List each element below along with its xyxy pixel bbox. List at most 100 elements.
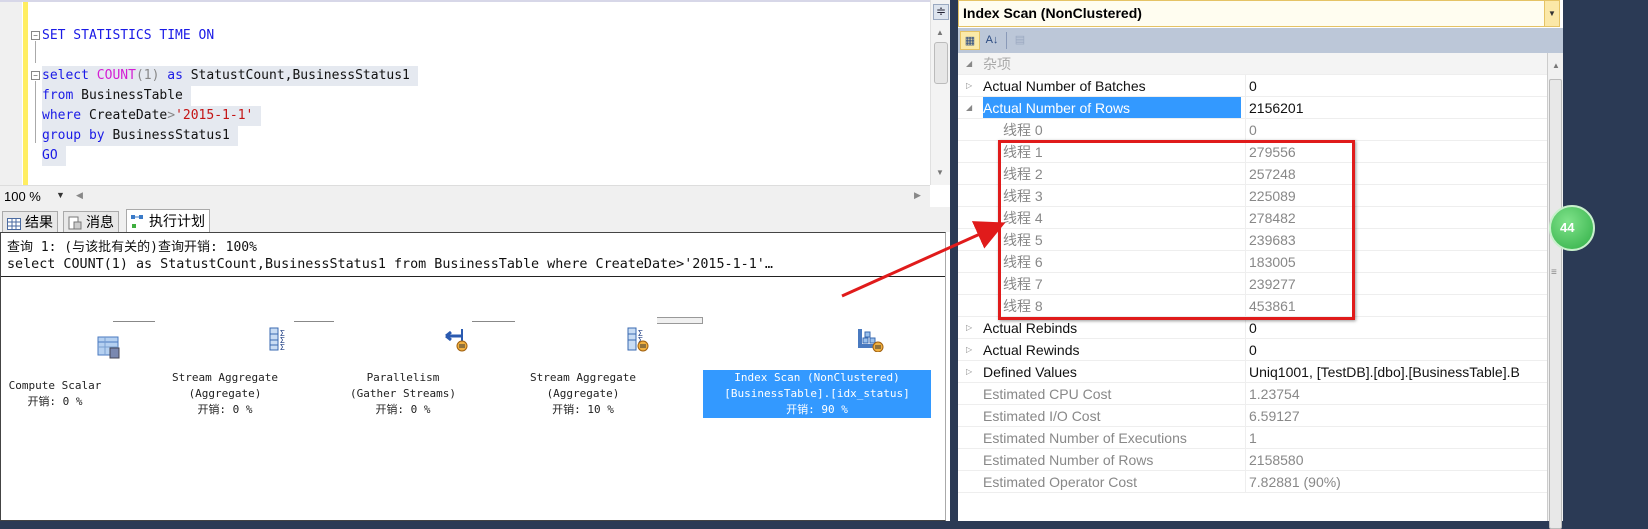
node-cost: 开销: 0 % [375, 403, 431, 416]
editor-margin [0, 2, 22, 187]
sort-alphabetical-icon[interactable]: A↓ [982, 31, 1002, 50]
code-token: SET STATISTICS TIME ON [42, 28, 215, 43]
parallelism-icon [389, 310, 468, 352]
tab-execution-plan[interactable]: 执行计划 [126, 209, 210, 232]
property-row[interactable]: ▷ Defined Values Uniq1001, [TestDB].[dbo].… [958, 361, 1548, 383]
property-row[interactable]: Estimated Number of Executions 1 [958, 427, 1548, 449]
fold-guide [35, 41, 36, 63]
execution-plan-icon [131, 215, 145, 228]
notification-badge[interactable]: 44 [1549, 205, 1595, 251]
scroll-up-icon[interactable]: ▲ [936, 28, 944, 37]
property-row[interactable]: Estimated CPU Cost 1.23754 [958, 383, 1548, 405]
property-row[interactable]: ◢ Actual Number of Rows 2156201 [958, 97, 1548, 119]
property-value[interactable]: 0 [1245, 317, 1548, 338]
scroll-down-icon[interactable]: ▼ [936, 168, 944, 177]
message-icon [68, 216, 82, 230]
sql-editor[interactable]: SET STATISTICS TIME ON select COUNT(1) as… [0, 0, 930, 187]
zoom-level[interactable]: 100 % [4, 189, 41, 204]
properties-object-selector[interactable]: Index Scan (NonClustered) [958, 0, 1551, 27]
code-token: where [42, 108, 89, 123]
property-row[interactable]: Estimated Operator Cost 7.82881 (90%) [958, 471, 1548, 493]
fold-guide [35, 81, 36, 143]
property-value[interactable]: 0 [1245, 339, 1548, 360]
compute-scalar-icon [41, 318, 120, 359]
property-value[interactable]: 2156201 [1245, 97, 1548, 118]
property-value[interactable]: Uniq1001, [TestDB].[dbo].[BusinessTable]… [1245, 361, 1548, 382]
property-value[interactable]: 0 [1245, 75, 1548, 96]
property-name: Estimated Number of Rows [983, 452, 1154, 468]
tab-results[interactable]: 结果 [2, 211, 58, 232]
node-subtitle: (Gather Streams) [350, 387, 456, 400]
property-row[interactable]: ▷ Actual Number of Batches 0 [958, 75, 1548, 97]
property-pages-icon[interactable]: ▤ [1010, 31, 1030, 50]
plan-connector [294, 321, 334, 322]
expand-icon[interactable]: ▷ [966, 361, 976, 383]
chevron-down-icon[interactable]: ▼ [1544, 0, 1560, 27]
plan-node-stream-aggregate-parallel[interactable]: ΣΣ Stream Aggregate (Aggregate) 开销: 10 % [515, 278, 651, 450]
scroll-thumb[interactable] [934, 42, 948, 84]
property-name: Estimated Operator Cost [983, 474, 1138, 490]
property-name: Actual Number of Batches [983, 78, 1146, 94]
property-row[interactable]: ▷ Actual Rewinds 0 [958, 339, 1548, 361]
code-line[interactable]: group by BusinessStatus1 [42, 126, 238, 146]
property-row[interactable]: 线程 0 0 [958, 119, 1548, 141]
property-value[interactable]: 0 [1245, 119, 1548, 140]
grid-icon [7, 216, 21, 230]
node-cost: 开销: 90 % [786, 403, 848, 416]
property-name: Actual Rebinds [983, 320, 1078, 336]
node-cost: 开销: 0 % [197, 403, 253, 416]
code-token: as [167, 68, 191, 83]
pane-splitter[interactable] [950, 0, 958, 521]
scroll-right-icon[interactable]: ▶ [914, 190, 921, 201]
grip-icon: ≡ [1551, 267, 1557, 278]
property-value[interactable]: 7.82881 (90%) [1245, 471, 1548, 492]
code-token: from [42, 88, 82, 103]
annotation-highlight-box [998, 140, 1355, 320]
tab-messages[interactable]: 消息 [63, 211, 119, 232]
scroll-up-icon[interactable]: ▲ [1552, 61, 1560, 70]
node-cost: 开销: 0 % [27, 395, 83, 408]
property-value[interactable]: 6.59127 [1245, 405, 1548, 426]
plan-node-parallelism[interactable]: Parallelism (Gather Streams) 开销: 0 % [336, 278, 470, 450]
property-value[interactable]: 1.23754 [1245, 383, 1548, 404]
execution-plan-pane[interactable]: 查询 1: (与该批有关的)查询开销: 100% select COUNT(1)… [0, 232, 946, 521]
collapse-icon[interactable]: ◢ [966, 97, 976, 119]
plan-node-index-scan[interactable]: Index Scan (NonClustered) [BusinessTable]… [703, 278, 931, 450]
property-row[interactable]: ▷ Actual Rebinds 0 [958, 317, 1548, 339]
code-token: BusinessTable [81, 88, 183, 103]
property-name: Actual Number of Rows [983, 97, 1241, 118]
scroll-left-icon[interactable]: ◀ [76, 190, 83, 201]
property-row[interactable]: Estimated Number of Rows 2158580 [958, 449, 1548, 471]
fold-toggle-icon[interactable]: − [31, 71, 40, 80]
plan-node-stream-aggregate[interactable]: ΣΣΣ Stream Aggregate (Aggregate) 开销: 0 % [157, 278, 293, 450]
property-value[interactable]: 2158580 [1245, 449, 1548, 470]
code-line[interactable]: where CreateDate>'2015-1-1' [42, 106, 262, 126]
property-value[interactable]: 1 [1245, 427, 1548, 448]
node-subtitle: (Aggregate) [188, 387, 262, 400]
expanded-icon[interactable]: ◢ [966, 53, 976, 75]
plan-node-compute-scalar[interactable]: Compute Scalar 开销: 0 % [0, 286, 120, 442]
expand-icon[interactable]: ▷ [966, 339, 976, 361]
tab-results-label: 结果 [25, 213, 53, 230]
expand-icon[interactable]: ▷ [966, 317, 976, 339]
scroll-thumb[interactable] [1549, 79, 1562, 529]
property-row[interactable]: Estimated I/O Cost 6.59127 [958, 405, 1548, 427]
stream-aggregate-parallel-icon: ΣΣ [569, 310, 649, 352]
code-line[interactable]: from BusinessTable [42, 86, 191, 106]
code-line[interactable]: select COUNT(1) as StatustCount,Business… [42, 66, 418, 86]
query-cost-header: 查询 1: (与该批有关的)查询开销: 100% [7, 240, 257, 255]
code-token: CreateDate [88, 108, 168, 123]
svg-text:Σ: Σ [280, 343, 285, 352]
fold-toggle-icon[interactable]: − [31, 31, 40, 40]
results-tabs: 结果 消息 执行计划 [0, 207, 950, 232]
code-line[interactable]: SET STATISTICS TIME ON [42, 26, 214, 46]
expand-icon[interactable]: ▷ [966, 75, 976, 97]
chevron-down-icon[interactable]: ▼ [56, 190, 65, 200]
property-category[interactable]: ◢ 杂项 [958, 53, 1548, 75]
properties-scrollbar[interactable]: ▲ ≡ [1547, 53, 1563, 529]
plan-connector [113, 321, 155, 322]
editor-vertical-scrollbar[interactable]: ≑ ▲ ▼ [930, 0, 950, 185]
code-line[interactable]: GO [42, 146, 66, 166]
categorized-icon[interactable]: ▦ [960, 31, 980, 50]
split-icon[interactable]: ≑ [933, 4, 949, 20]
